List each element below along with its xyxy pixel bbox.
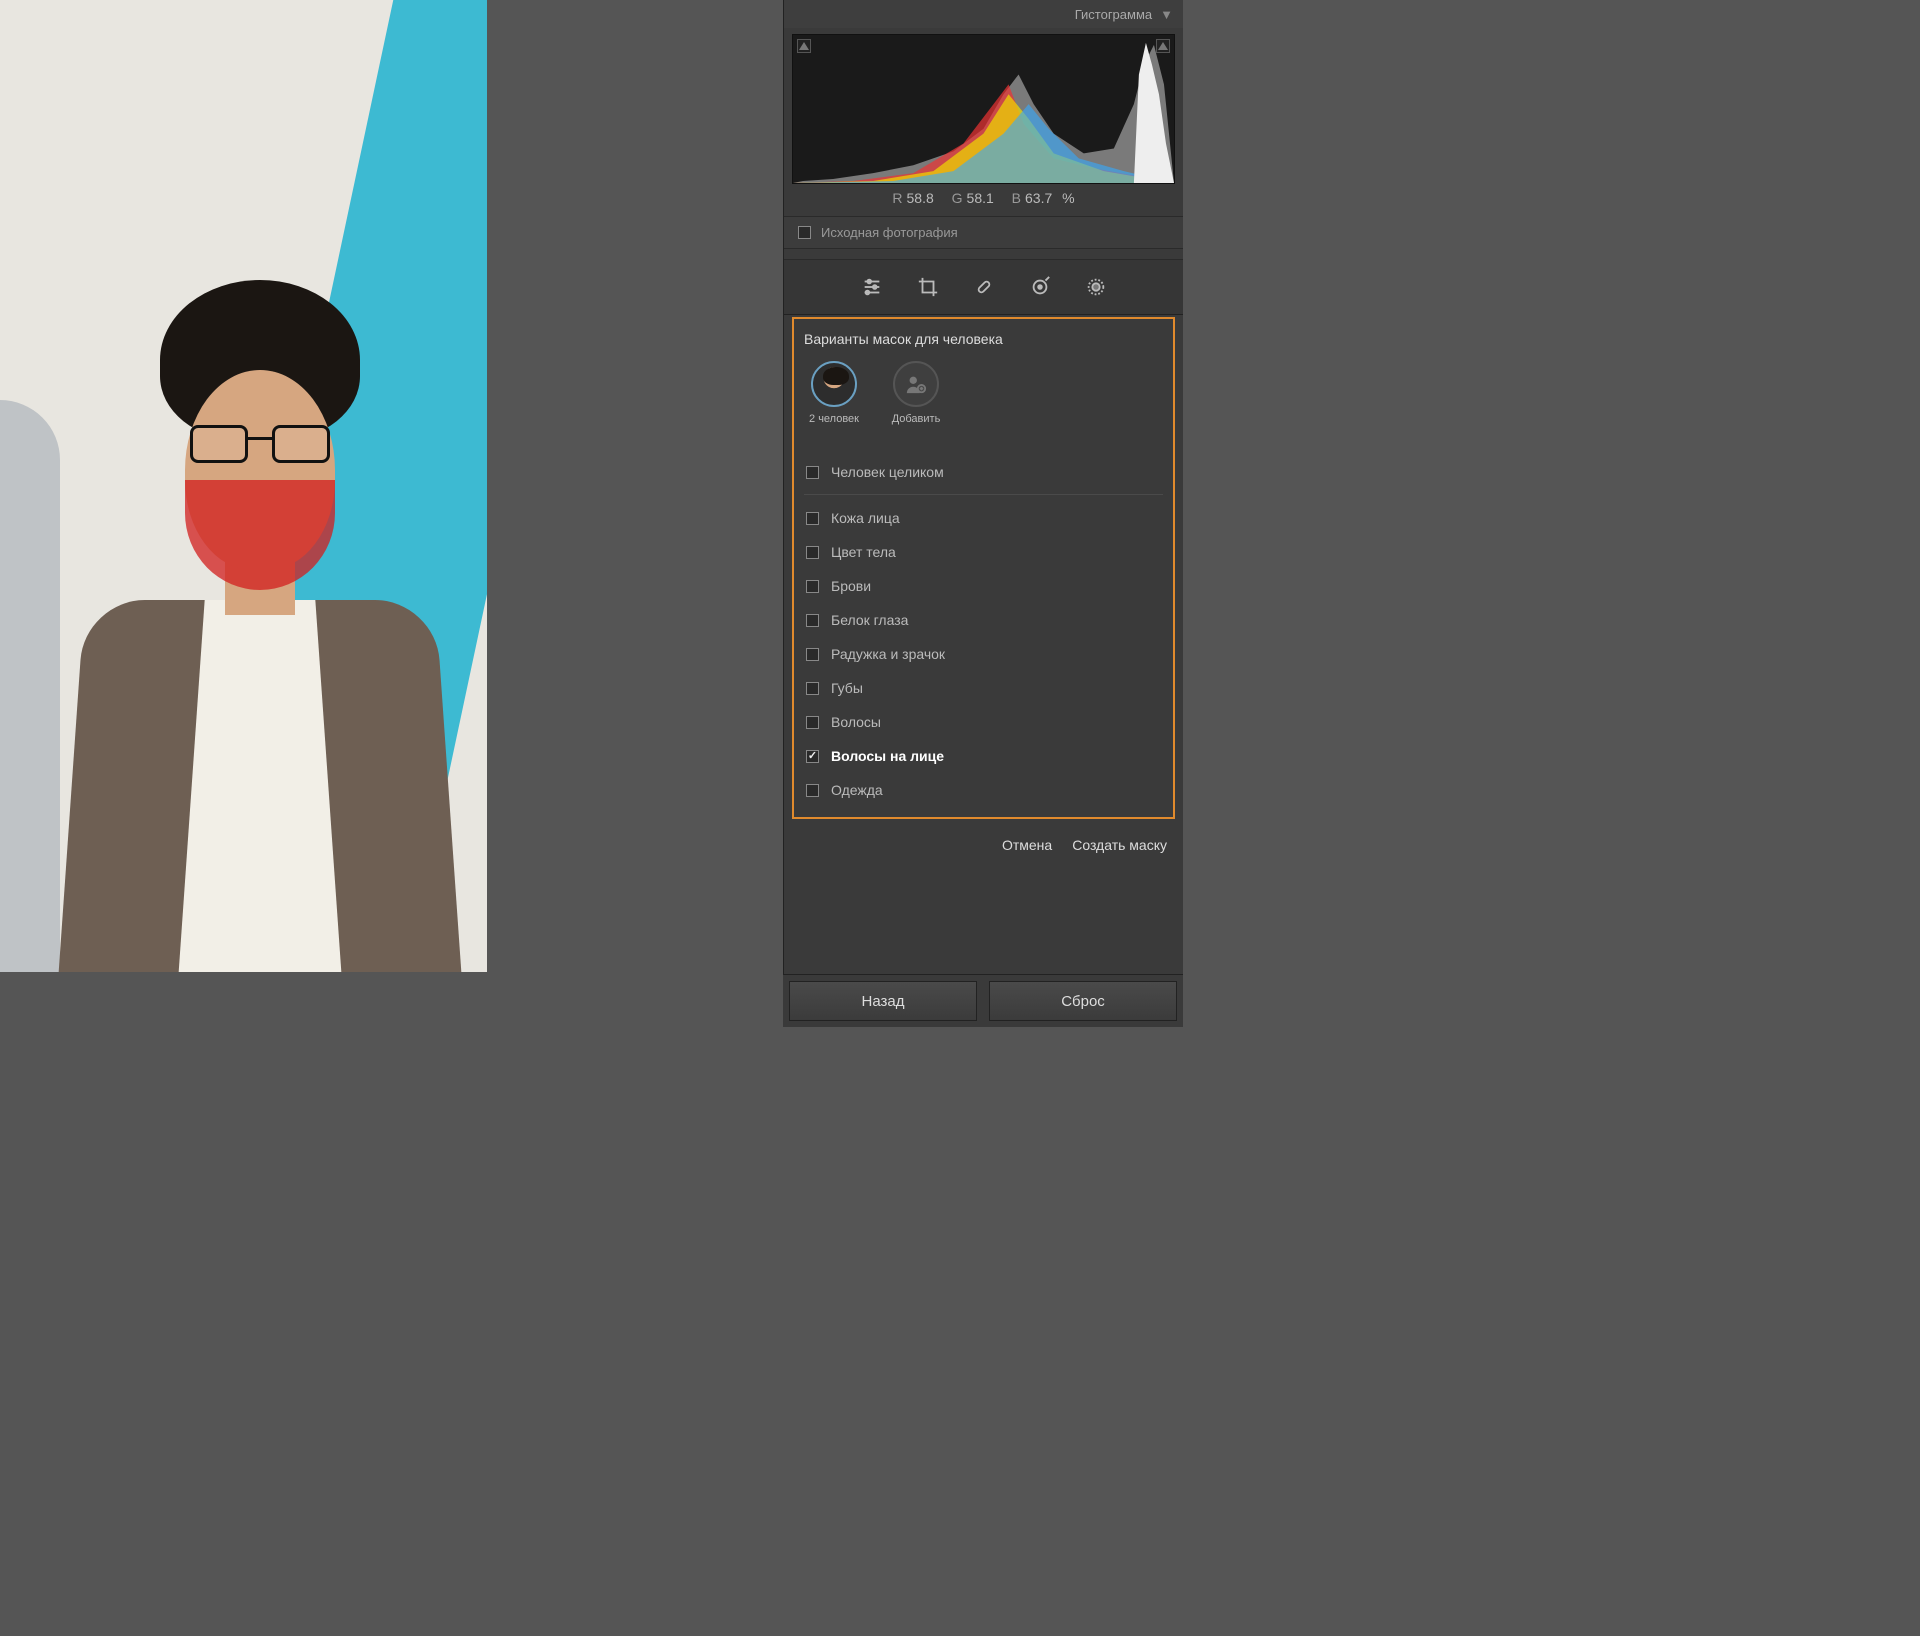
histogram-title: Гистограмма [1075, 7, 1152, 22]
checkbox-icon[interactable] [806, 614, 819, 627]
histogram-header[interactable]: Гистограмма ▼ [784, 0, 1183, 28]
mask-option-label: Радужка и зрачок [831, 646, 945, 662]
bottom-buttons: Назад Сброс [783, 974, 1183, 1027]
tool-strip [784, 259, 1183, 315]
canvas-area [0, 0, 780, 1027]
mask-option-eye-white[interactable]: Белок глаза [804, 603, 1163, 637]
mask-option-label: Белок глаза [831, 612, 908, 628]
people-row: 2 человек Добавить [804, 361, 1163, 425]
mask-option-label: Губы [831, 680, 863, 696]
mask-option-label: Человек целиком [831, 464, 944, 480]
checkbox-icon[interactable] [806, 580, 819, 593]
crop-icon[interactable] [915, 274, 941, 300]
mask-option-label: Волосы [831, 714, 881, 730]
redeye-icon[interactable] [1027, 274, 1053, 300]
shadow-clip-indicator[interactable] [797, 39, 811, 53]
checkbox-icon[interactable] [806, 716, 819, 729]
mask-option-facial-hair[interactable]: Волосы на лице [804, 739, 1163, 773]
histogram[interactable] [792, 34, 1175, 184]
person-mask-panel: Варианты масок для человека 2 человек До… [792, 317, 1175, 819]
radial-mask-icon[interactable] [1083, 274, 1109, 300]
mask-option-hair[interactable]: Волосы [804, 705, 1163, 739]
collapse-icon: ▼ [1160, 7, 1173, 22]
mask-option-label: Брови [831, 578, 871, 594]
checkbox-icon[interactable] [806, 784, 819, 797]
histogram-readout: R58.8 G58.1 B63.7 % [784, 184, 1183, 216]
checkbox-icon[interactable] [806, 750, 819, 763]
original-photo-label: Исходная фотография [821, 225, 958, 240]
heal-icon[interactable] [971, 274, 997, 300]
checkbox-icon[interactable] [798, 226, 811, 239]
mask-option-label: Кожа лица [831, 510, 900, 526]
avatar-icon [811, 361, 857, 407]
mask-option-lips[interactable]: Губы [804, 671, 1163, 705]
mask-option-clothing[interactable]: Одежда [804, 773, 1163, 807]
mask-option-body-color[interactable]: Цвет тела [804, 535, 1163, 569]
mask-option-whole-person[interactable]: Человек целиком [804, 455, 1163, 495]
original-photo-toggle[interactable]: Исходная фотография [784, 216, 1183, 249]
sliders-icon[interactable] [859, 274, 885, 300]
mask-actions: Отмена Создать маску [784, 819, 1183, 871]
mask-options-list: Человек целиком Кожа лица Цвет тела Бров… [804, 455, 1163, 807]
photo-preview[interactable] [0, 0, 487, 972]
right-panel: Гистограмма ▼ R58.8 G58.1 B63.7 % Исходн… [783, 0, 1183, 1027]
mask-option-label: Цвет тела [831, 544, 896, 560]
person-thumb-label: 2 человек [809, 413, 859, 425]
mask-option-iris-pupil[interactable]: Радужка и зрачок [804, 637, 1163, 671]
reset-button[interactable]: Сброс [989, 981, 1177, 1021]
mask-panel-title: Варианты масок для человека [804, 331, 1163, 347]
highlight-clip-indicator[interactable] [1156, 39, 1170, 53]
checkbox-icon[interactable] [806, 466, 819, 479]
checkbox-icon[interactable] [806, 682, 819, 695]
add-person-label: Добавить [892, 413, 941, 425]
add-person-button[interactable]: Добавить [886, 361, 946, 425]
mask-option-label: Волосы на лице [831, 748, 944, 764]
mask-option-eyebrows[interactable]: Брови [804, 569, 1163, 603]
mask-option-face-skin[interactable]: Кожа лица [804, 501, 1163, 535]
checkbox-icon[interactable] [806, 512, 819, 525]
checkbox-icon[interactable] [806, 648, 819, 661]
create-mask-button[interactable]: Создать маску [1072, 837, 1167, 853]
add-person-icon [893, 361, 939, 407]
checkbox-icon[interactable] [806, 546, 819, 559]
mask-option-label: Одежда [831, 782, 883, 798]
cancel-button[interactable]: Отмена [1002, 837, 1052, 853]
back-button[interactable]: Назад [789, 981, 977, 1021]
person-thumb-2[interactable]: 2 человек [804, 361, 864, 425]
mask-overlay-facial-hair [185, 480, 335, 590]
